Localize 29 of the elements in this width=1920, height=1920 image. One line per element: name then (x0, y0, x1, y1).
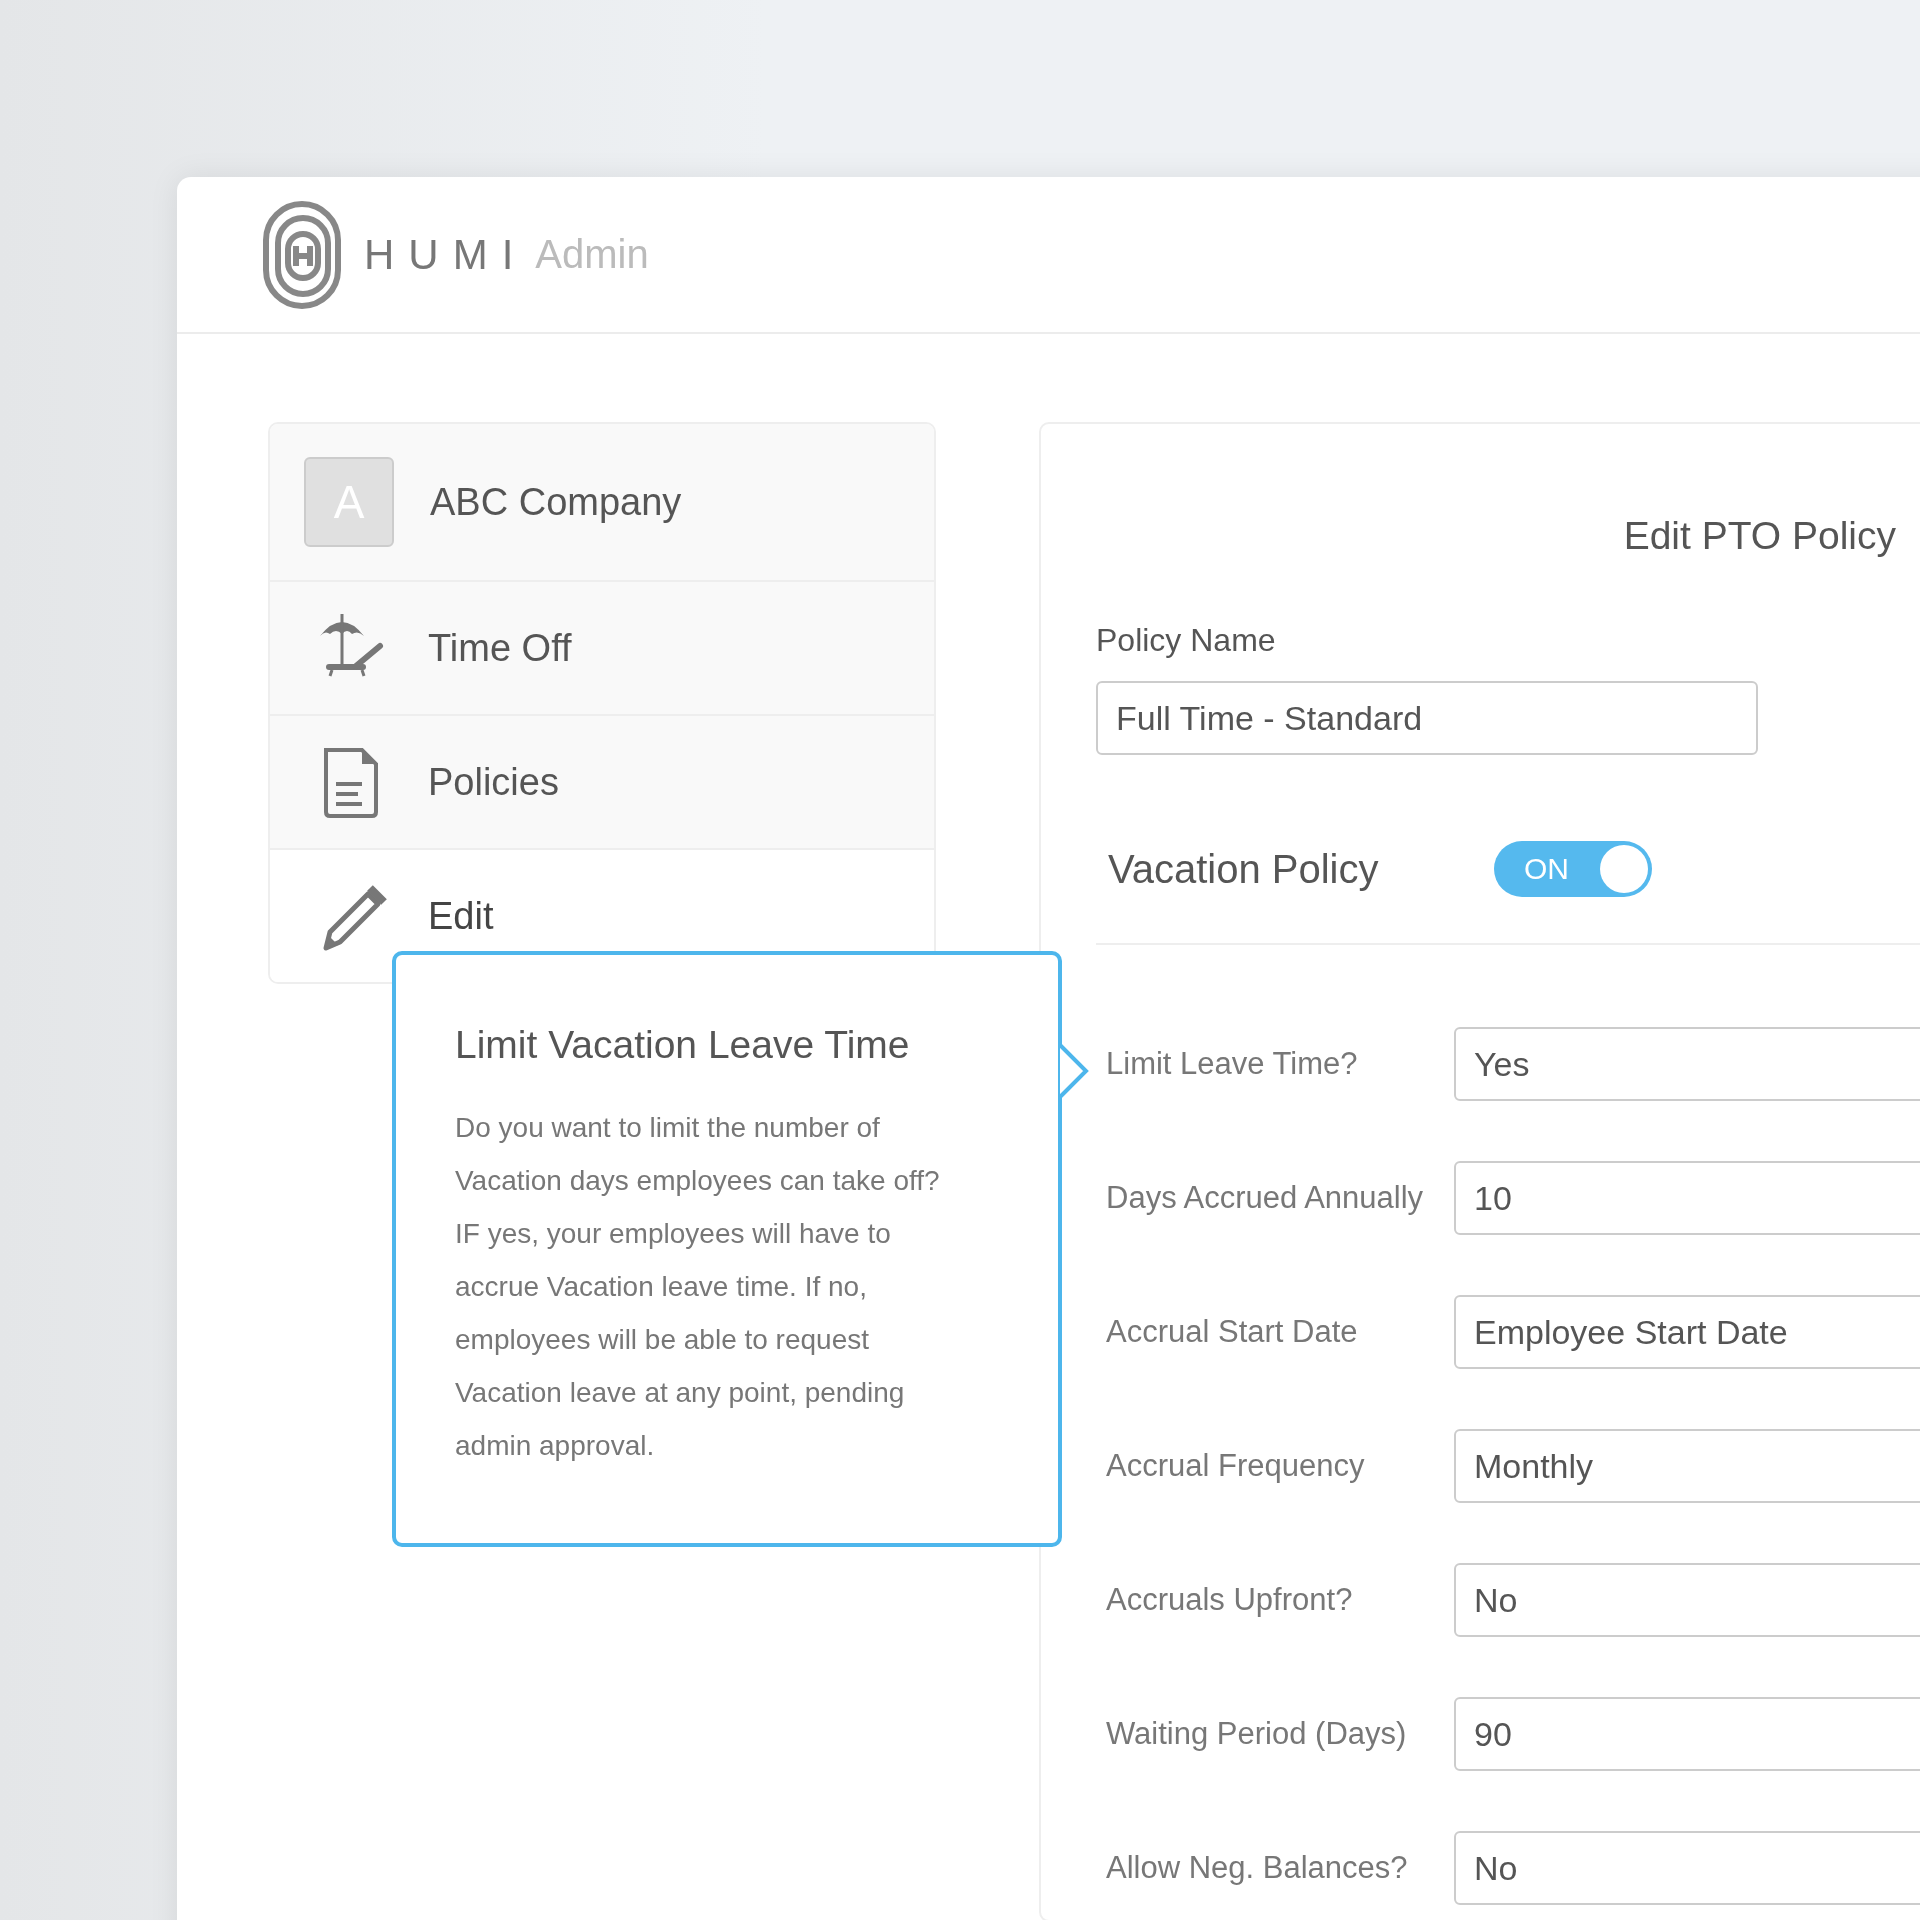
field-label: Accruals Upfront? (1105, 1582, 1354, 1618)
field-label: Policy Name (1096, 622, 1277, 659)
field-input[interactable]: 90 (1454, 1697, 1920, 1771)
sidebar-item-label: Time Off (428, 626, 572, 670)
field-label: Allow Neg. Balances? (1105, 1850, 1409, 1886)
fingerprint-logo-icon (262, 199, 342, 310)
section-label: Vacation Policy (1108, 846, 1380, 892)
tooltip-title: Limit Vacation Leave Time (455, 1023, 911, 1067)
field-input[interactable]: 10 (1454, 1161, 1920, 1235)
field-label: Waiting Period (Days) (1105, 1716, 1408, 1752)
field-label: Limit Leave Time? (1105, 1046, 1359, 1082)
policy-name-input[interactable]: Full Time - Standard (1096, 681, 1758, 755)
tooltip-text: Do you want to limit the number of Vacation days employees can take off? IF yes, your employees will have to accrue Vacation leave time. If no, employees will be able to request Vacation leave at any point, pending admin approval. (455, 1111, 941, 1463)
sidebar-item-label: Edit (428, 894, 494, 938)
field-label: Accrual Start Date (1105, 1314, 1359, 1350)
product-name: Admin (535, 232, 649, 277)
sidebar-item[interactable]: Policies (270, 714, 934, 848)
field-input[interactable]: No (1454, 1831, 1920, 1905)
field-input[interactable]: Employee Start Date (1454, 1295, 1920, 1369)
brand-name: HUMI (364, 230, 528, 279)
field-label: Days Accrued Annually (1105, 1180, 1425, 1216)
field-label: Accrual Frequency (1105, 1448, 1366, 1484)
sidebar-item-label: ABC Company (430, 480, 682, 524)
field-input[interactable]: Monthly (1454, 1429, 1920, 1503)
field-input[interactable]: Yes (1454, 1027, 1920, 1101)
sidebar-item-label: Policies (428, 760, 559, 804)
panel-title: Edit PTO Policy (1622, 514, 1896, 558)
field-input[interactable]: No (1454, 1563, 1920, 1637)
sidebar-item[interactable]: Time Off (270, 580, 934, 714)
